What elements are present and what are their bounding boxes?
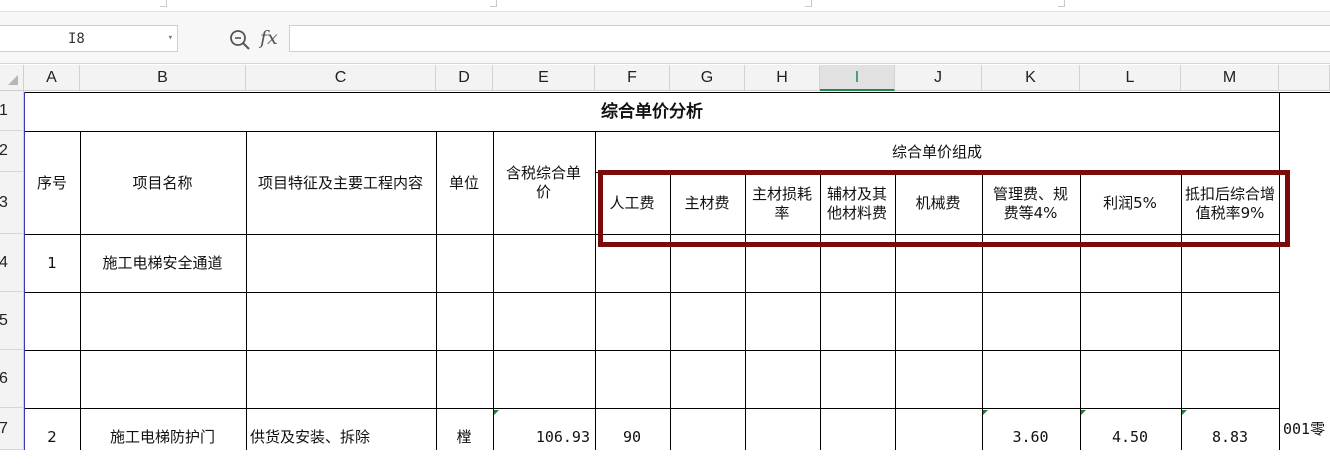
column-header-i[interactable]: I: [820, 65, 895, 91]
row7-management[interactable]: 3.60: [982, 409, 1079, 466]
fx-icon[interactable]: fx: [260, 27, 284, 51]
row7-labor[interactable]: 90: [595, 409, 669, 466]
zoom-icon[interactable]: [228, 28, 252, 52]
column-header-a[interactable]: A: [24, 65, 80, 91]
row7-overflow-text[interactable]: 001零: [1280, 409, 1330, 449]
row-header-label: 3: [0, 193, 8, 211]
row-header-6[interactable]: 6: [0, 350, 24, 408]
formula-input[interactable]: [289, 25, 1330, 52]
row7-features[interactable]: 供货及安装、拆除: [246, 409, 435, 466]
header-composition[interactable]: 综合单价组成: [595, 132, 1279, 172]
column-header-h[interactable]: H: [745, 65, 820, 91]
row-header-3[interactable]: 3: [0, 172, 24, 234]
error-marker-icon: [1081, 410, 1086, 415]
chevron-down-icon[interactable]: ▾: [168, 33, 173, 43]
column-header-f[interactable]: F: [595, 65, 670, 91]
row7-vat[interactable]: 8.83: [1181, 409, 1279, 466]
name-box-value: I8: [68, 31, 85, 47]
row-header-4[interactable]: 4: [0, 234, 24, 292]
toolbar-divider: [805, 0, 812, 7]
header-unit[interactable]: 单位: [436, 132, 492, 234]
formula-bar: I8 ▾ fx: [0, 12, 1330, 64]
top-toolbar-strip: [0, 0, 1330, 12]
grid-line: [24, 292, 1280, 293]
row4-name[interactable]: 施工电梯安全通道: [80, 235, 245, 292]
name-box[interactable]: I8 ▾: [0, 25, 178, 52]
column-header-g[interactable]: G: [670, 65, 745, 91]
column-header-n[interactable]: [1279, 65, 1330, 91]
error-marker-icon: [494, 410, 499, 415]
column-header-m[interactable]: M: [1181, 65, 1279, 91]
row-header-label: 4: [0, 253, 8, 271]
row7-name[interactable]: 施工电梯防护门: [80, 409, 245, 466]
row7-profit[interactable]: 4.50: [1080, 409, 1180, 466]
row-header-label: 5: [0, 311, 8, 329]
row7-seq[interactable]: 2: [25, 409, 79, 466]
column-header-c[interactable]: C: [246, 65, 436, 91]
sheet-title[interactable]: 综合单价分析: [25, 93, 1279, 131]
row-header-1[interactable]: 1: [0, 91, 24, 131]
toolbar-divider: [1058, 0, 1065, 7]
row-header-7[interactable]: 7: [0, 408, 24, 450]
row-header-label: 6: [0, 369, 8, 387]
toolbar-divider: [160, 0, 167, 7]
highlight-rectangle: [598, 170, 1290, 247]
row-header-label: 2: [0, 142, 8, 159]
header-seq[interactable]: 序号: [25, 132, 79, 234]
column-header-e[interactable]: E: [493, 65, 595, 91]
error-marker-icon: [1182, 410, 1187, 415]
row-header-label: 1: [0, 101, 8, 119]
row7-unit[interactable]: 樘: [436, 409, 492, 466]
row7-price[interactable]: 106.93: [493, 409, 594, 466]
column-header-d[interactable]: D: [436, 65, 493, 91]
row-header-5[interactable]: 5: [0, 292, 24, 350]
grid-line: [24, 350, 1280, 351]
column-header-l[interactable]: L: [1080, 65, 1181, 91]
header-price[interactable]: 含税综合单价: [493, 132, 594, 234]
toolbar-divider: [490, 0, 497, 7]
column-header-j[interactable]: J: [895, 65, 982, 91]
row-header-2[interactable]: 2: [0, 131, 24, 172]
row-header-label: 7: [0, 419, 8, 437]
header-features[interactable]: 项目特征及主要工程内容: [246, 132, 435, 234]
error-marker-icon: [983, 410, 988, 415]
column-header-b[interactable]: B: [80, 65, 246, 91]
row4-seq[interactable]: 1: [25, 235, 79, 292]
column-header-k[interactable]: K: [982, 65, 1080, 91]
corner-triangle-icon: [8, 75, 18, 85]
header-name[interactable]: 项目名称: [80, 132, 245, 234]
grid-line: [1279, 92, 1280, 450]
select-all-corner[interactable]: [0, 65, 24, 91]
